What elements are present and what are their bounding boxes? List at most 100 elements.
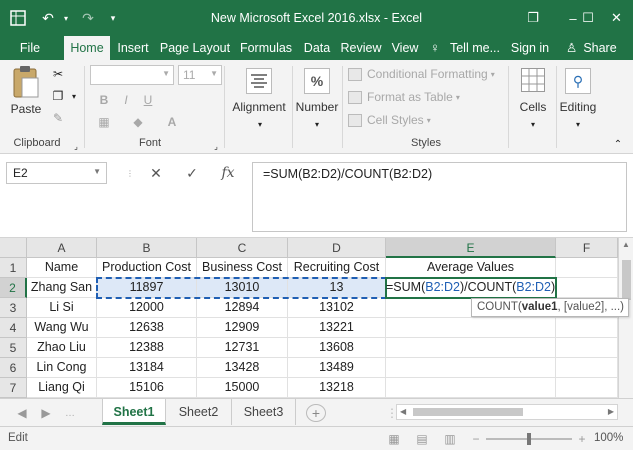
cell-f1[interactable] [556,258,618,278]
cell-a7[interactable]: Liang Qi [27,378,97,398]
page-break-view-icon[interactable]: ▥ [442,431,458,447]
column-header-c[interactable]: C [197,238,288,258]
tell-me-search[interactable]: Tell me... [446,36,504,60]
cancel-button[interactable]: ✕ [144,163,168,183]
clipboard-launcher-icon[interactable]: ⌟ [68,138,84,154]
scroll-right-icon[interactable]: ▶ [608,407,614,416]
ribbon-display-icon[interactable]: ❐ [513,0,553,36]
row-header-3[interactable]: 3 [0,298,27,318]
sheet-tab-sheet3[interactable]: Sheet3 [232,399,296,425]
row-header-2[interactable]: 2 [0,278,27,298]
sheet-tab-sheet1[interactable]: Sheet1 [102,399,166,425]
cell-d2[interactable]: 13 [288,278,386,298]
zoom-out-icon[interactable]: − [468,431,484,447]
paste-button[interactable]: Paste [8,64,44,122]
cell-b3[interactable]: 12000 [97,298,197,318]
cell-c2[interactable]: 13010 [197,278,288,298]
sheet-prev-icon[interactable]: ◀ [14,405,30,421]
cell-c3[interactable]: 12894 [197,298,288,318]
undo-dropdown-icon[interactable]: ▾ [60,0,72,36]
select-all-corner[interactable] [0,238,27,258]
cell-a5[interactable]: Zhao Liu [27,338,97,358]
copy-icon[interactable]: ❐ [50,88,66,104]
collapse-ribbon-icon[interactable]: ⌃ [610,136,626,152]
cell-f5[interactable] [556,338,618,358]
page-layout-view-icon[interactable]: ▤ [414,431,430,447]
sheet-tab-sheet2[interactable]: Sheet2 [166,399,232,425]
horizontal-scrollbar[interactable]: ◀ ▶ [396,404,618,420]
cell-d3[interactable]: 13102 [288,298,386,318]
redo-icon[interactable]: ↷ [76,0,100,36]
zoom-in-icon[interactable]: + [574,431,590,447]
cell-a4[interactable]: Wang Wu [27,318,97,338]
cell-e5[interactable] [386,338,556,358]
cell-c1[interactable]: Business Cost [197,258,288,278]
column-header-d[interactable]: D [288,238,386,258]
zoom-slider[interactable] [486,433,572,445]
conditional-formatting-button[interactable]: Conditional Formatting ▾ [348,64,495,84]
tab-data[interactable]: Data [298,36,336,60]
cell-b4[interactable]: 12638 [97,318,197,338]
name-box[interactable]: E2 ▼ [6,162,107,184]
tab-insert[interactable]: Insert [112,36,154,60]
cell-c4[interactable]: 12909 [197,318,288,338]
sheet-more-icon[interactable]: … [62,405,78,421]
cut-icon[interactable]: ✂ [50,66,66,82]
column-header-b[interactable]: B [97,238,197,258]
undo-icon[interactable]: ↶ [36,0,60,36]
scroll-thumb-h[interactable] [413,408,523,416]
tab-home[interactable]: Home [64,36,110,61]
normal-view-icon[interactable]: ▦ [386,431,402,447]
font-launcher-icon[interactable]: ⌟ [208,138,224,154]
sign-in-link[interactable]: Sign in [506,36,554,60]
cell-b1[interactable]: Production Cost [97,258,197,278]
cell-d1[interactable]: Recruiting Cost [288,258,386,278]
cell-e4[interactable] [386,318,556,338]
column-header-e[interactable]: E [386,238,556,258]
cell-e1[interactable]: Average Values [386,258,556,278]
customize-qat-icon[interactable]: ▾ [104,0,122,36]
row-header-5[interactable]: 5 [0,338,27,358]
tab-file[interactable]: File [8,36,52,60]
insert-function-button[interactable]: fx [216,163,240,183]
cell-b5[interactable]: 12388 [97,338,197,358]
cell-a1[interactable]: Name [27,258,97,278]
tab-formulas[interactable]: Formulas [236,36,296,60]
cell-c5[interactable]: 12731 [197,338,288,358]
format-as-table-button[interactable]: Format as Table ▾ [348,87,460,107]
cell-d4[interactable]: 13221 [288,318,386,338]
cell-e6[interactable] [386,358,556,378]
italic-button[interactable]: I [118,92,134,108]
cell-styles-button[interactable]: Cell Styles ▾ [348,110,431,130]
scroll-thumb[interactable] [622,260,631,300]
tab-page-layout[interactable]: Page Layout [158,36,232,60]
formula-input[interactable]: =SUM(B2:D2)/COUNT(B2:D2) [252,162,627,232]
scroll-up-icon[interactable]: ▲ [622,240,630,249]
cell-c6[interactable]: 13428 [197,358,288,378]
cell-b7[interactable]: 15106 [97,378,197,398]
add-sheet-icon[interactable]: + [306,404,326,422]
maximize-button[interactable]: ☐ [573,0,603,36]
cell-d5[interactable]: 13608 [288,338,386,358]
cell-f6[interactable] [556,358,618,378]
cell-f4[interactable] [556,318,618,338]
font-size-combo[interactable]: 11 ▼ [178,65,222,85]
copy-dropdown-icon[interactable]: ▾ [66,88,82,104]
borders-icon[interactable]: ▦ [96,114,112,130]
cell-b2[interactable]: 11897 [97,278,197,298]
zoom-slider-thumb[interactable] [527,433,531,445]
bold-button[interactable]: B [96,92,112,108]
cell-a6[interactable]: Lin Cong [27,358,97,378]
cell-e2-editor[interactable]: =SUM(B2:D2)/COUNT(B2:D2) [386,278,586,298]
tab-review[interactable]: Review [338,36,384,60]
fill-color-icon[interactable]: ◆ [130,114,146,130]
scroll-left-icon[interactable]: ◀ [400,407,406,416]
row-header-6[interactable]: 6 [0,358,27,378]
sheet-next-icon[interactable]: ▶ [38,405,54,421]
cell-a3[interactable]: Li Si [27,298,97,318]
close-button[interactable]: ✕ [600,0,633,36]
enter-button[interactable]: ✓ [180,163,204,183]
share-button[interactable]: ♙ Share [560,36,630,60]
format-painter-icon[interactable]: ✎ [50,110,66,126]
tab-view[interactable]: View [386,36,424,60]
